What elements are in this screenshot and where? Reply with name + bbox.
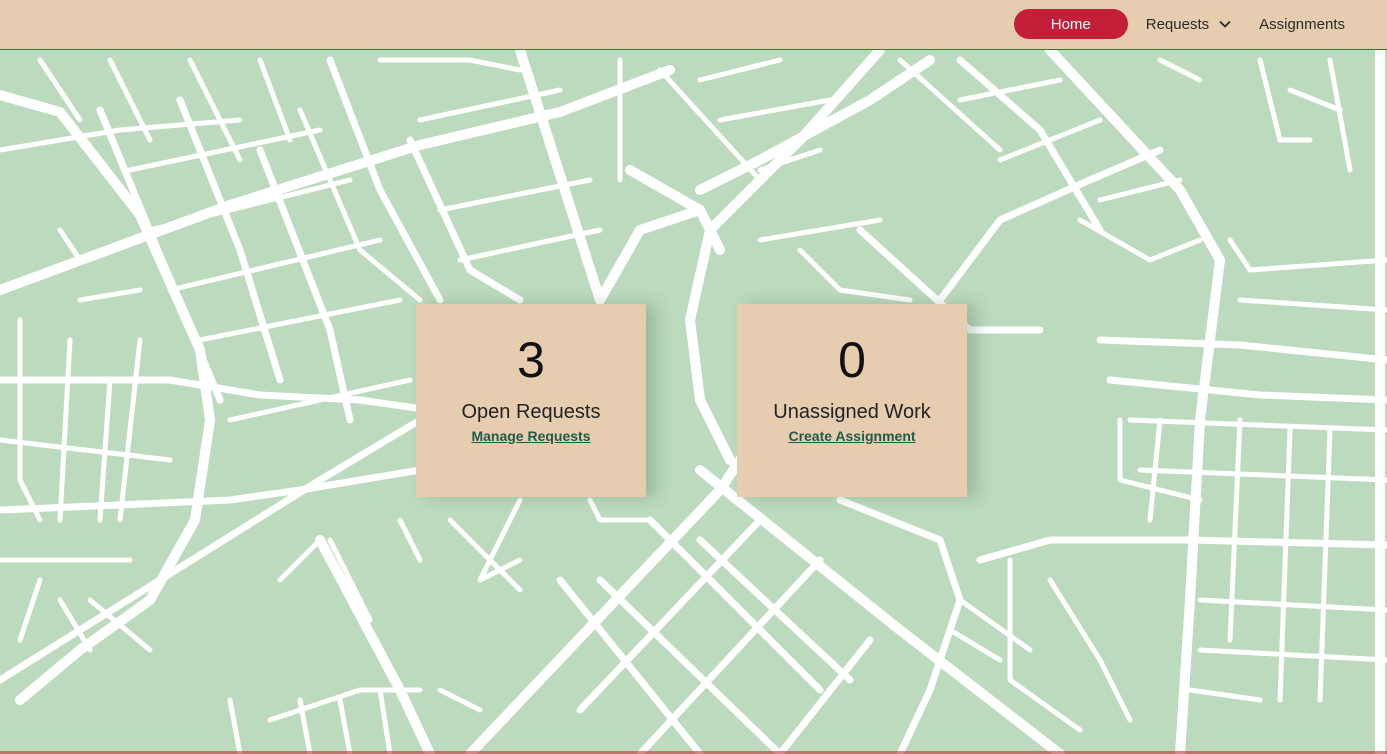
unassigned-work-count: 0 <box>838 332 866 388</box>
open-requests-card: 3 Open Requests Manage Requests <box>416 304 646 497</box>
unassigned-work-card: 0 Unassigned Work Create Assignment <box>737 304 967 497</box>
create-assignment-link[interactable]: Create Assignment <box>788 428 915 444</box>
street-map-graphic <box>0 50 1387 754</box>
unassigned-work-title: Unassigned Work <box>773 401 931 423</box>
manage-requests-link[interactable]: Manage Requests <box>471 428 590 444</box>
chevron-down-icon <box>1219 20 1231 28</box>
nav-requests-label: Requests <box>1145 15 1210 33</box>
nav-assignments-link[interactable]: Assignments <box>1259 9 1345 39</box>
open-requests-title: Open Requests <box>461 401 601 423</box>
street-map-background <box>0 50 1387 754</box>
open-requests-count: 3 <box>517 332 545 388</box>
nav-home-label: Home <box>1050 15 1091 33</box>
nav-home-button[interactable]: Home <box>1013 9 1128 39</box>
nav-assignments-label: Assignments <box>1259 15 1345 33</box>
top-navigation-bar: Home Requests Assignments <box>0 0 1387 50</box>
nav-requests-dropdown[interactable]: Requests <box>1146 9 1231 39</box>
main-nav: Home Requests Assignments <box>1013 9 1345 39</box>
